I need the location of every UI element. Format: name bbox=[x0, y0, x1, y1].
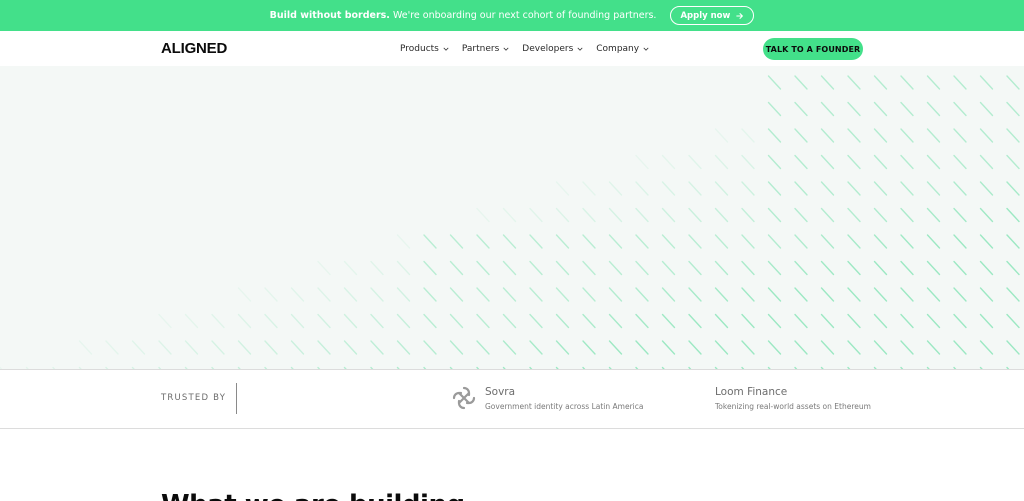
nav-item-label: Products bbox=[400, 43, 439, 54]
partner-name: Loom Finance bbox=[715, 386, 788, 398]
apply-now-button[interactable]: Apply now bbox=[670, 6, 755, 25]
partner-sovra: Sovra Government identity across Latin A… bbox=[485, 386, 643, 411]
nav-item-label: Company bbox=[596, 43, 640, 54]
nav-item-label: Partners bbox=[461, 43, 500, 54]
apply-now-label: Apply now bbox=[680, 10, 731, 21]
announcement-bar: Build without borders. We're onboarding … bbox=[0, 0, 1024, 31]
hero-pattern-area bbox=[0, 66, 1024, 369]
partner-description: Tokenizing real-world assets on Ethereum bbox=[715, 402, 871, 411]
partner-description: Government identity across Latin America bbox=[485, 402, 644, 411]
nav-item-label: Developers bbox=[522, 43, 574, 54]
section-title: What we are building bbox=[161, 490, 465, 501]
announcement-message: Build without borders. We're onboarding … bbox=[270, 10, 657, 21]
talk-to-founder-button[interactable]: TALK TO A FOUNDER bbox=[763, 38, 863, 60]
nav-item-developers[interactable]: Developers bbox=[522, 44, 583, 54]
partner-name: Sovra bbox=[485, 386, 516, 398]
announcement-text: We're onboarding our next cohort of foun… bbox=[389, 10, 657, 21]
chevron-down-icon bbox=[503, 47, 509, 51]
nav-item-products[interactable]: Products bbox=[400, 44, 449, 54]
nav-item-company[interactable]: Company bbox=[596, 44, 649, 54]
announcement-bold: Build without borders. bbox=[269, 10, 390, 21]
arrow-right-icon bbox=[736, 12, 744, 19]
main-nav: ALIGNED Products Partners Developers Com… bbox=[0, 31, 1024, 66]
chevron-down-icon bbox=[577, 47, 583, 51]
partner-loom-finance: Loom Finance Tokenizing real-world asset… bbox=[715, 386, 871, 411]
sovra-logo-icon bbox=[452, 386, 476, 410]
nav-menu: Products Partners Developers Company bbox=[400, 31, 649, 66]
chevron-down-icon bbox=[643, 47, 649, 51]
trusted-by-strip: TRUSTED BY Sovra Government identity acr… bbox=[0, 369, 1024, 429]
trusted-by-label: TRUSTED BY bbox=[161, 393, 227, 403]
diagonal-pattern bbox=[0, 75, 1020, 369]
divider bbox=[236, 383, 237, 414]
logo[interactable]: ALIGNED bbox=[161, 40, 227, 57]
chevron-down-icon bbox=[443, 47, 449, 51]
nav-item-partners[interactable]: Partners bbox=[462, 44, 509, 54]
